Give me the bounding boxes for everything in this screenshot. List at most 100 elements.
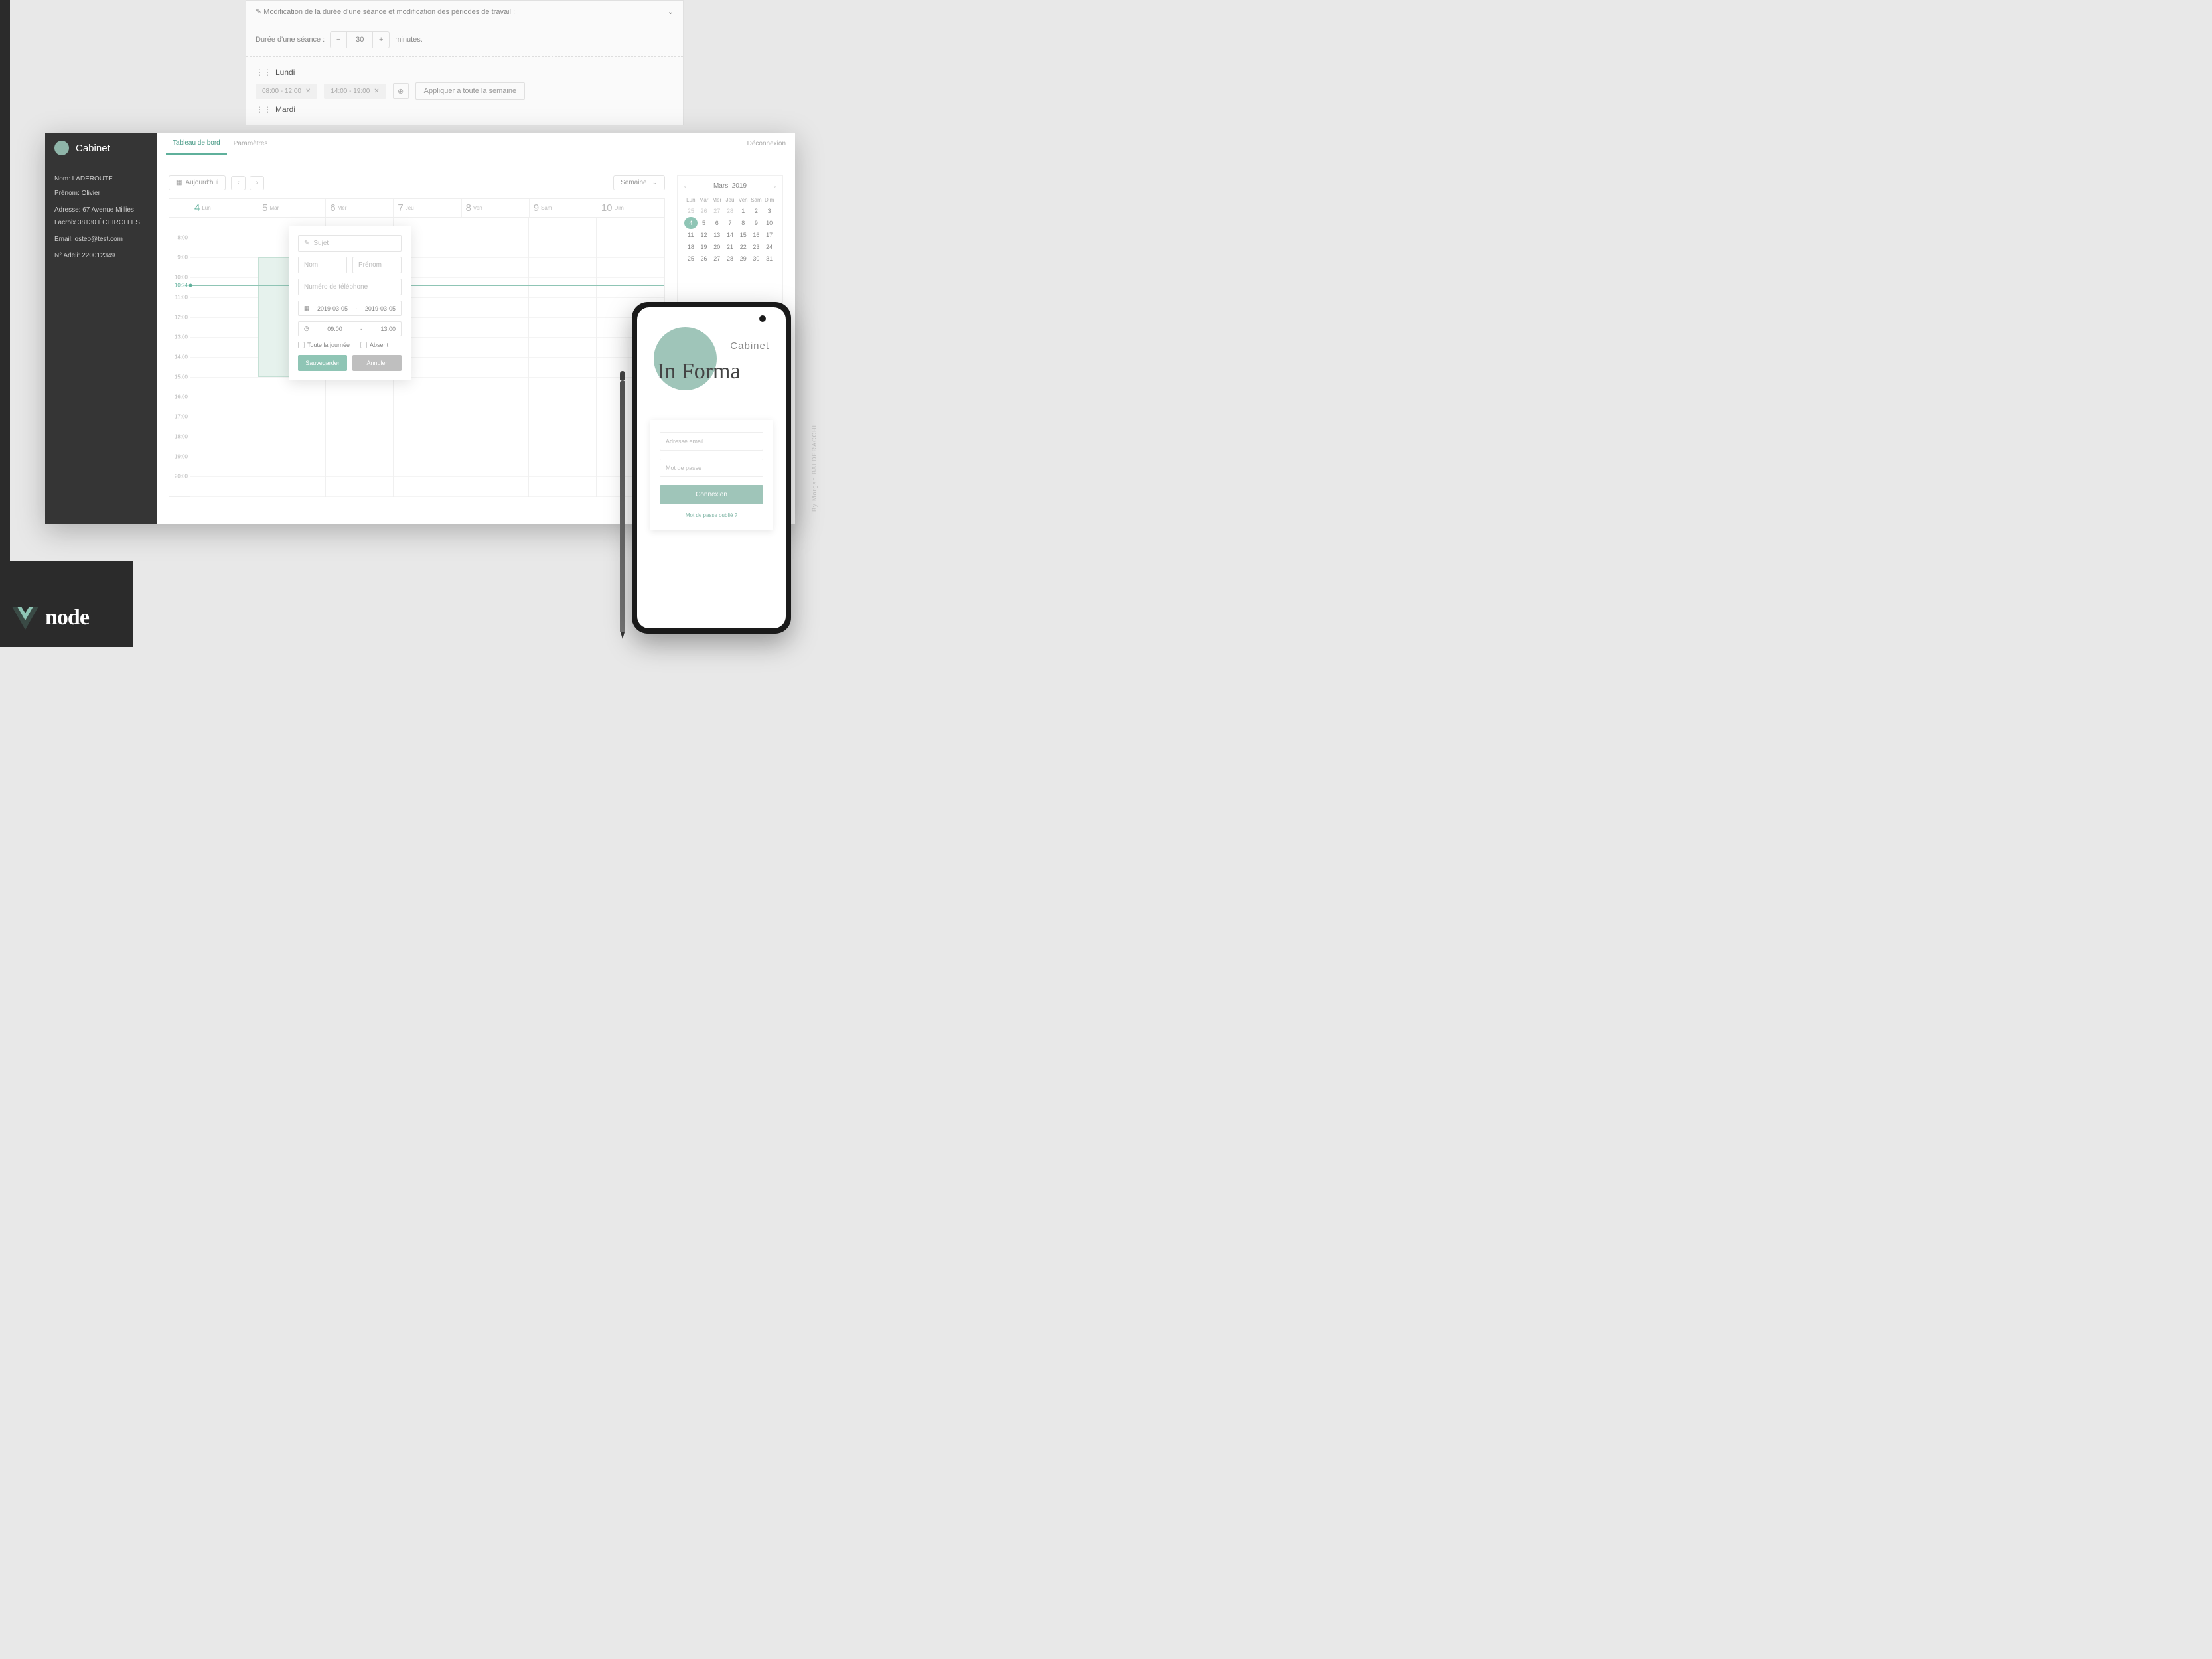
mini-day[interactable]: 1 (737, 205, 750, 217)
time-label: 10:00 (175, 275, 188, 281)
mini-day[interactable]: 9 (750, 217, 763, 229)
mini-day[interactable]: 2 (750, 205, 763, 217)
password-field[interactable]: Mot de passe (660, 459, 763, 477)
subject-input[interactable]: ✎Sujet (298, 235, 402, 252)
email-field[interactable]: Adresse email (660, 432, 763, 451)
day-mardi: Mardi (275, 105, 295, 114)
settings-title: ✎ Modification de la durée d'une séance … (256, 7, 515, 16)
mini-day[interactable]: 30 (750, 253, 763, 265)
settings-panel: ✎ Modification de la durée d'une séance … (246, 0, 684, 125)
allday-checkbox[interactable]: Toute la journée (298, 342, 350, 348)
prenom-input[interactable]: Prénom (352, 257, 402, 273)
day-column[interactable] (190, 218, 258, 496)
nom-input[interactable]: Nom (298, 257, 347, 273)
mini-day[interactable]: 12 (698, 229, 711, 241)
brand-small-text: Cabinet (730, 340, 769, 352)
absent-checkbox[interactable]: Absent (360, 342, 388, 348)
mini-day[interactable]: 27 (710, 205, 723, 217)
timeslot-chip[interactable]: 08:00 - 12:00✕ (256, 84, 317, 99)
prev-month-button[interactable]: ‹ (684, 183, 686, 190)
chevron-down-icon[interactable]: ⌄ (668, 7, 674, 16)
login-button[interactable]: Connexion (660, 485, 763, 504)
time-label: 13:00 (175, 334, 188, 340)
minus-icon[interactable]: − (331, 32, 346, 48)
close-icon[interactable]: ✕ (374, 88, 379, 95)
sidebar: Cabinet Nom: LADEROUTE Prénom: Olivier A… (45, 133, 157, 524)
time-range-input[interactable]: ◷ 09:00 - 13:00 (298, 321, 402, 336)
timeslot-chip[interactable]: 14:00 - 19:00✕ (324, 84, 386, 99)
mini-day[interactable]: 26 (698, 205, 711, 217)
mini-dow: Dim (763, 195, 776, 205)
pencil-icon: ✎ (304, 240, 309, 247)
day-column[interactable] (529, 218, 597, 496)
profile-email: Email: osteo@test.com (54, 233, 147, 246)
day-header[interactable]: 6Mer (326, 199, 394, 217)
mini-day[interactable]: 13 (710, 229, 723, 241)
drag-icon: ⋮⋮ (256, 105, 271, 114)
mini-day[interactable]: 27 (710, 253, 723, 265)
today-button[interactable]: ▦Aujourd'hui (169, 175, 226, 190)
tab-params[interactable]: Paramètres (227, 133, 275, 155)
clock-icon: ◷ (304, 325, 309, 332)
mini-day[interactable]: 28 (723, 205, 737, 217)
mini-day[interactable]: 23 (750, 241, 763, 253)
time-label: 11:00 (175, 295, 188, 301)
apply-week-button[interactable]: Appliquer à toute la semaine (415, 82, 525, 100)
profile-adresse: Adresse: 67 Avenue Millies Lacroix 38130… (54, 204, 147, 229)
tab-dashboard[interactable]: Tableau de bord (166, 133, 227, 155)
mini-day[interactable]: 22 (737, 241, 750, 253)
day-header[interactable]: 7Jeu (394, 199, 461, 217)
day-header[interactable]: 5Mar (258, 199, 326, 217)
day-header[interactable]: 10Dim (597, 199, 664, 217)
mini-day[interactable]: 16 (750, 229, 763, 241)
mini-day[interactable]: 5 (698, 217, 711, 229)
plus-icon[interactable]: + (373, 32, 389, 48)
day-header[interactable]: 9Sam (530, 199, 597, 217)
mini-day[interactable]: 3 (763, 205, 776, 217)
mini-day[interactable]: 26 (698, 253, 711, 265)
day-header[interactable]: 4Lun (190, 199, 258, 217)
mini-day[interactable]: 20 (710, 241, 723, 253)
phone-input[interactable]: Numéro de téléphone (298, 279, 402, 295)
mini-day[interactable]: 17 (763, 229, 776, 241)
forgot-password-link[interactable]: Mot de passe oublié ? (660, 512, 763, 518)
mini-day[interactable]: 18 (684, 241, 698, 253)
mini-day[interactable]: 14 (723, 229, 737, 241)
brand-script-text: In Forma (657, 359, 741, 384)
mini-day[interactable]: 19 (698, 241, 711, 253)
event-popover: ✎Sujet Nom Prénom Numéro de téléphone ▦ … (289, 226, 411, 380)
duration-stepper[interactable]: − 30 + (330, 31, 390, 48)
mini-day[interactable]: 24 (763, 241, 776, 253)
save-button[interactable]: Sauvegarder (298, 355, 347, 371)
next-month-button[interactable]: › (774, 183, 776, 190)
mini-day[interactable]: 8 (737, 217, 750, 229)
mini-day[interactable]: 15 (737, 229, 750, 241)
mini-day[interactable]: 21 (723, 241, 737, 253)
day-column[interactable] (461, 218, 529, 496)
brand-name: Cabinet (76, 143, 110, 154)
credit-text: By Morgan BALDERACCHI (811, 425, 818, 512)
mini-day[interactable]: 25 (684, 205, 698, 217)
time-label: 8:00 (177, 235, 188, 241)
mini-day[interactable]: 7 (723, 217, 737, 229)
close-icon[interactable]: ✕ (305, 88, 311, 95)
mini-day[interactable]: 11 (684, 229, 698, 241)
add-slot-button[interactable]: ⊕ (393, 83, 409, 99)
view-dropdown[interactable]: Semaine⌄ (613, 175, 665, 190)
mini-day[interactable]: 25 (684, 253, 698, 265)
next-week-button[interactable]: › (250, 176, 264, 190)
logout-link[interactable]: Déconnexion (747, 140, 786, 147)
mini-day[interactable]: 10 (763, 217, 776, 229)
mini-day[interactable]: 29 (737, 253, 750, 265)
mini-day[interactable]: 6 (710, 217, 723, 229)
mini-day[interactable]: 4 (684, 217, 698, 229)
chevron-down-icon: ⌄ (652, 179, 658, 186)
now-indicator-label: 10:24 (175, 283, 188, 289)
mini-day[interactable]: 28 (723, 253, 737, 265)
day-header[interactable]: 8Ven (462, 199, 530, 217)
date-range-input[interactable]: ▦ 2019-03-05 - 2019-03-05 (298, 301, 402, 316)
prev-week-button[interactable]: ‹ (231, 176, 246, 190)
mini-day[interactable]: 31 (763, 253, 776, 265)
cancel-button[interactable]: Annuler (352, 355, 402, 371)
phone-camera-icon (759, 315, 766, 322)
